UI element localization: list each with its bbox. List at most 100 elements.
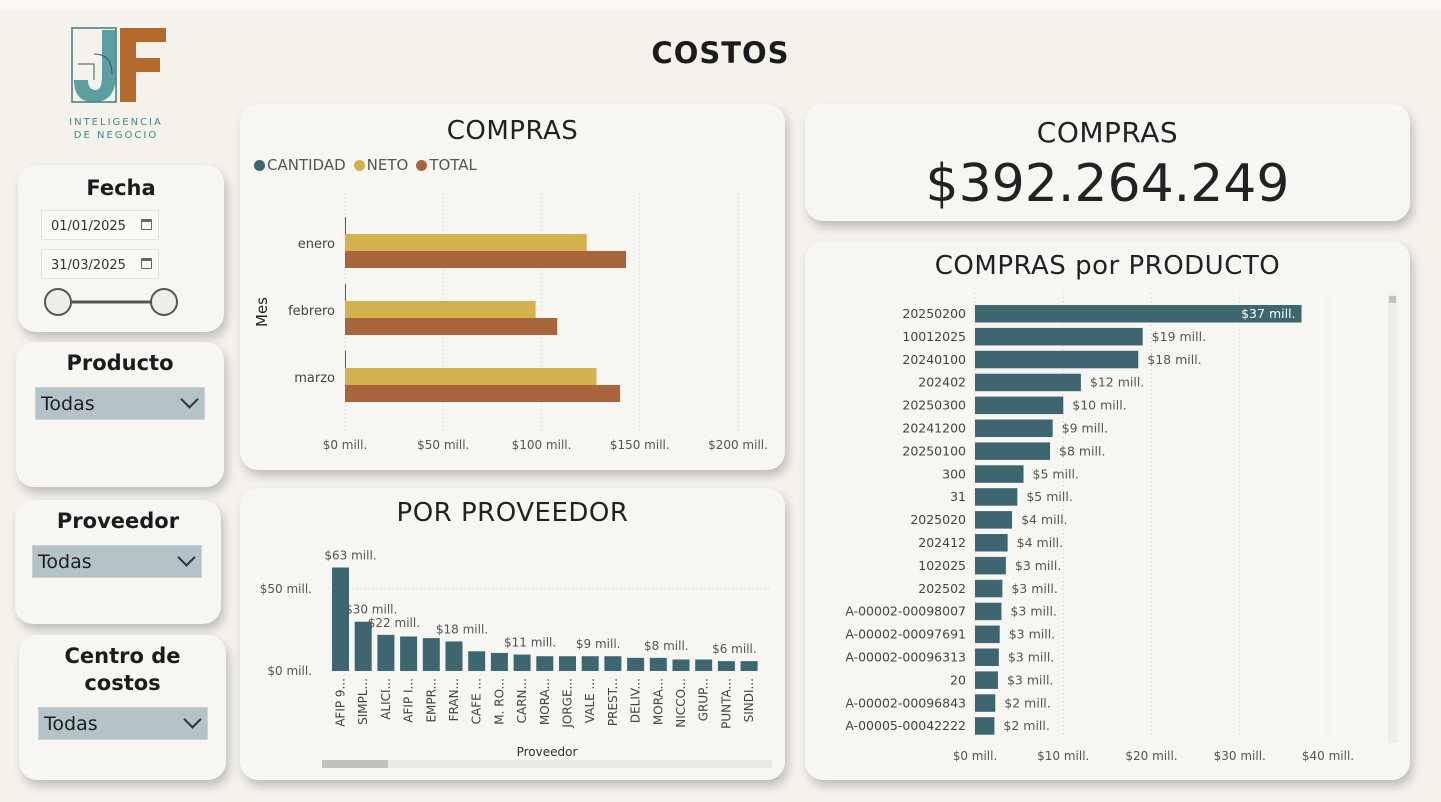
producto-bar — [975, 556, 1006, 575]
producto-bar — [975, 465, 1024, 483]
producto-bar — [975, 602, 1002, 621]
x-tick-label: CAFE ... — [470, 678, 484, 724]
producto-chart-card: COMPRAS por PRODUCTO $0 mill. $10 mill. $2… — [805, 241, 1410, 780]
producto-filter-card: Producto Todas — [16, 342, 224, 487]
data-label: $4 mill. — [1021, 512, 1067, 527]
y-tick-label: 202412 — [918, 535, 966, 550]
x-axis-label: Proveedor — [517, 745, 578, 759]
compras-bar-chart: $0 mill. $50 mill. $100 mill. $150 mill. $20… — [253, 194, 768, 452]
y-tick-label: 20250300 — [902, 398, 966, 413]
slider-start-handle[interactable] — [44, 288, 72, 316]
x-tick-label: PREST... — [606, 678, 620, 726]
y-tick-label: 300 — [942, 466, 966, 481]
proveedor-bar — [445, 641, 463, 671]
y-tick-label: 202502 — [918, 581, 966, 596]
centro-filter-label: Centro de costos — [64, 644, 181, 695]
chevron-down-icon — [180, 390, 199, 409]
x-tick-label: MORA... — [651, 678, 665, 725]
x-tick-label: SIMPL... — [356, 678, 370, 725]
proveedor-bar — [377, 634, 395, 671]
data-label: $9 mill. — [576, 637, 621, 651]
proveedor-bar — [627, 657, 645, 671]
slider-end-handle[interactable] — [150, 288, 178, 316]
data-label: $18 mill. — [436, 622, 488, 636]
producto-dropdown[interactable]: Todas — [35, 387, 205, 420]
data-label: $3 mill. — [1015, 558, 1061, 573]
x-tick-label: DELIV... — [629, 678, 643, 723]
logo-subtitle-line1: INTELIGENCIA — [69, 117, 163, 128]
y-tick-label: 10012025 — [902, 329, 966, 344]
proveedor-bar — [649, 657, 667, 671]
start-date-value: 01/01/2025 — [51, 219, 126, 234]
y-tick-label: A-00005-00042222 — [845, 718, 966, 733]
x-tick-label: $20 mill. — [1125, 749, 1177, 763]
data-label: $11 mill. — [504, 636, 556, 650]
horizontal-scrollbar-thumb[interactable] — [322, 760, 388, 768]
proveedor-bar — [581, 656, 599, 671]
producto-bar — [975, 442, 1051, 460]
logo-subtitle-line2: DE NEGOCIO — [73, 130, 159, 141]
proveedor-bar — [490, 652, 508, 671]
x-tick-label: EMPR... — [424, 678, 438, 723]
x-tick-label: $10 mill. — [1037, 749, 1089, 763]
bar-neto — [345, 368, 597, 385]
proveedor-bar — [468, 651, 486, 671]
data-label: $9 mill. — [1062, 421, 1108, 436]
horizontal-scrollbar-track — [322, 760, 772, 768]
x-tick-label: MORA... — [538, 678, 552, 725]
data-label: $3 mill. — [1010, 604, 1056, 619]
x-tick-label: AFIP I... — [402, 678, 416, 723]
fecha-filter-label: Fecha — [86, 176, 156, 200]
proveedor-bar-chart: $0 mill. $50 mill. AFIP 9... SIMPL... ALICI.… — [260, 549, 772, 768]
y-tick-label: 20240100 — [902, 352, 966, 367]
proveedor-dropdown[interactable]: Todas — [32, 545, 202, 578]
data-label: $3 mill. — [1008, 650, 1054, 665]
x-tick-label: $0 mill. — [953, 749, 998, 763]
bar-cantidad — [345, 284, 346, 301]
y-tick-label: A-00002-00096313 — [845, 650, 966, 665]
y-tick-label: marzo — [294, 371, 335, 386]
centro-dropdown-value: Todas — [44, 713, 98, 735]
producto-bar — [975, 488, 1018, 506]
data-label: $10 mill. — [1072, 398, 1126, 413]
vertical-scrollbar-thumb[interactable] — [1389, 296, 1396, 303]
date-range-slider[interactable] — [38, 285, 188, 319]
y-tick-label: A-00002-00098007 — [845, 604, 966, 619]
calendar-icon[interactable] — [141, 219, 152, 230]
x-tick-label: VALE ... — [583, 678, 597, 723]
end-date-input[interactable]: 31/03/2025 — [41, 249, 159, 279]
x-tick-label: FRAN... — [447, 678, 461, 721]
x-tick-label: GRUP... — [697, 678, 711, 721]
data-label: $2 mill. — [1004, 695, 1050, 710]
proveedor-chart-card: POR PROVEEDOR $0 mill. $50 mill. AFIP 9...… — [240, 488, 785, 780]
y-tick-label: 2025020 — [910, 512, 966, 527]
centro-dropdown[interactable]: Todas — [38, 707, 208, 740]
start-date-input[interactable]: 01/01/2025 — [41, 210, 159, 240]
y-tick-label: 202402 — [918, 375, 966, 390]
producto-bar — [975, 579, 1003, 598]
x-tick-label: $30 mill. — [1214, 749, 1266, 763]
proveedor-dropdown-value: Todas — [38, 551, 92, 573]
producto-dropdown-value: Todas — [41, 393, 95, 415]
bar-cantidad — [345, 351, 346, 368]
producto-bar — [975, 648, 999, 666]
bar-total — [345, 385, 621, 402]
x-tick-label: $50 mill. — [417, 438, 469, 452]
data-label: $3 mill. — [1011, 581, 1057, 596]
y-tick-label: 20250200 — [902, 306, 966, 321]
chevron-down-icon — [183, 710, 202, 729]
y-tick-label: 31 — [950, 489, 966, 504]
producto-bar — [975, 396, 1064, 415]
kpi-value: $392.264.249 — [925, 154, 1290, 214]
proveedor-bar — [422, 638, 440, 671]
vertical-scrollbar-track — [1388, 293, 1397, 743]
proveedor-bar — [536, 656, 554, 671]
y-tick-label: $50 mill. — [260, 582, 312, 596]
x-tick-label: $100 mill. — [512, 438, 572, 452]
proveedor-bar — [740, 661, 758, 671]
producto-bar — [975, 350, 1139, 369]
calendar-icon[interactable] — [141, 258, 152, 269]
data-label: $12 mill. — [1090, 375, 1144, 390]
proveedor-bar — [604, 656, 622, 671]
x-tick-label: PUNTA... — [719, 678, 733, 729]
